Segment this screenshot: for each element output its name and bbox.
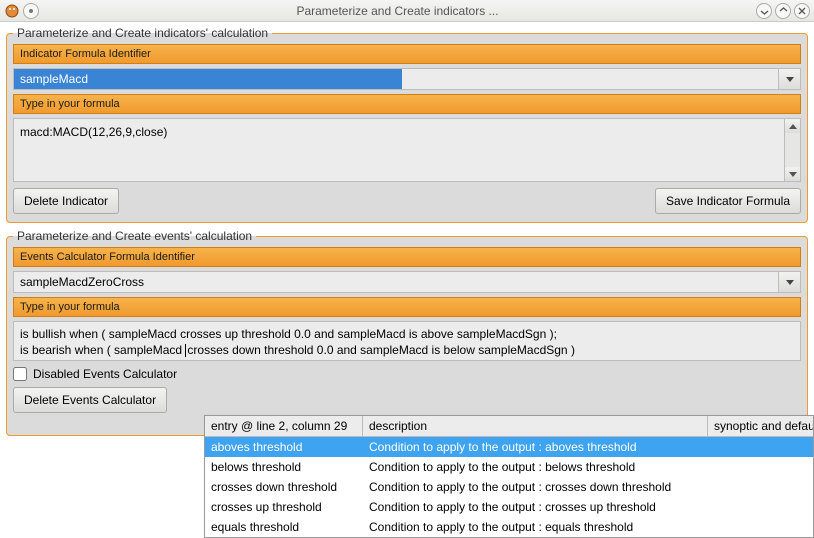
events-legend: Parameterize and Create events' calculat… [13,229,256,243]
events-formula-line1: is bullish when ( sampleMacd crosses up … [20,326,794,342]
autocomplete-header-description[interactable]: description [363,416,708,436]
events-identifier-dropdown[interactable] [778,272,800,292]
events-group: Parameterize and Create events' calculat… [6,229,808,436]
events-formula-line2: is bearish when ( sampleMacd crosses dow… [20,342,794,358]
indicator-identifier-value[interactable]: sampleMacd [14,69,402,89]
app-icon [4,3,20,19]
delete-indicator-button[interactable]: Delete Indicator [13,188,119,214]
indicators-legend: Parameterize and Create indicators' calc… [13,26,272,40]
autocomplete-header-synoptic[interactable]: synoptic and defaul [708,416,813,436]
events-formula-label: Type in your formula [13,297,801,317]
indicator-formula-label: Type in your formula [13,94,801,114]
autocomplete-entry: equals threshold [205,517,363,537]
autocomplete-synoptic [708,497,813,517]
autocomplete-description: Condition to apply to the output : below… [363,457,708,477]
disabled-events-label: Disabled Events Calculator [33,367,177,381]
autocomplete-row[interactable]: crosses down thresholdCondition to apply… [205,477,813,497]
autocomplete-description: Condition to apply to the output : cross… [363,497,708,517]
indicator-formula-scrollbar[interactable] [784,119,800,181]
autocomplete-header-entry[interactable]: entry @ line 2, column 29 [205,416,363,436]
events-formula-textarea[interactable]: is bullish when ( sampleMacd crosses up … [13,321,801,361]
autocomplete-row[interactable]: equals thresholdCondition to apply to th… [205,517,813,537]
autocomplete-entry: aboves threshold [205,437,363,457]
delete-events-calculator-button[interactable]: Delete Events Calculator [13,387,167,413]
window-titlebar: Parameterize and Create indicators ... [0,0,814,22]
chevron-down-icon [786,280,794,285]
window-title: Parameterize and Create indicators ... [43,4,752,18]
indicator-formula-wrap [13,118,801,182]
indicator-identifier-combo[interactable]: sampleMacd [13,68,801,90]
maximize-button[interactable] [775,3,791,19]
scroll-up-icon[interactable] [785,119,800,133]
minimize-button[interactable] [756,3,772,19]
autocomplete-synoptic [708,457,813,477]
autocomplete-synoptic [708,517,813,537]
chevron-down-icon [786,77,794,82]
titlebar-dot-button[interactable] [23,3,39,19]
close-button[interactable] [794,3,810,19]
autocomplete-synoptic [708,477,813,497]
disabled-events-checkbox[interactable] [13,367,27,381]
events-identifier-value[interactable]: sampleMacdZeroCross [14,272,778,292]
autocomplete-row[interactable]: aboves thresholdCondition to apply to th… [205,437,813,457]
autocomplete-row[interactable]: belows thresholdCondition to apply to th… [205,457,813,477]
indicators-group: Parameterize and Create indicators' calc… [6,26,808,223]
events-identifier-combo[interactable]: sampleMacdZeroCross [13,271,801,293]
autocomplete-entry: crosses down threshold [205,477,363,497]
indicator-identifier-label: Indicator Formula Identifier [13,44,801,64]
autocomplete-row[interactable]: crosses up thresholdCondition to apply t… [205,497,813,517]
scroll-down-icon[interactable] [785,167,800,181]
events-identifier-label: Events Calculator Formula Identifier [13,247,801,267]
indicator-identifier-dropdown[interactable] [778,69,800,89]
autocomplete-entry: crosses up threshold [205,497,363,517]
autocomplete-description: Condition to apply to the output : equal… [363,517,708,537]
autocomplete-synoptic [708,437,813,457]
autocomplete-description: Condition to apply to the output : cross… [363,477,708,497]
autocomplete-description: Condition to apply to the output : above… [363,437,708,457]
indicator-formula-textarea[interactable] [14,119,784,181]
save-indicator-button[interactable]: Save Indicator Formula [655,188,801,214]
autocomplete-entry: belows threshold [205,457,363,477]
